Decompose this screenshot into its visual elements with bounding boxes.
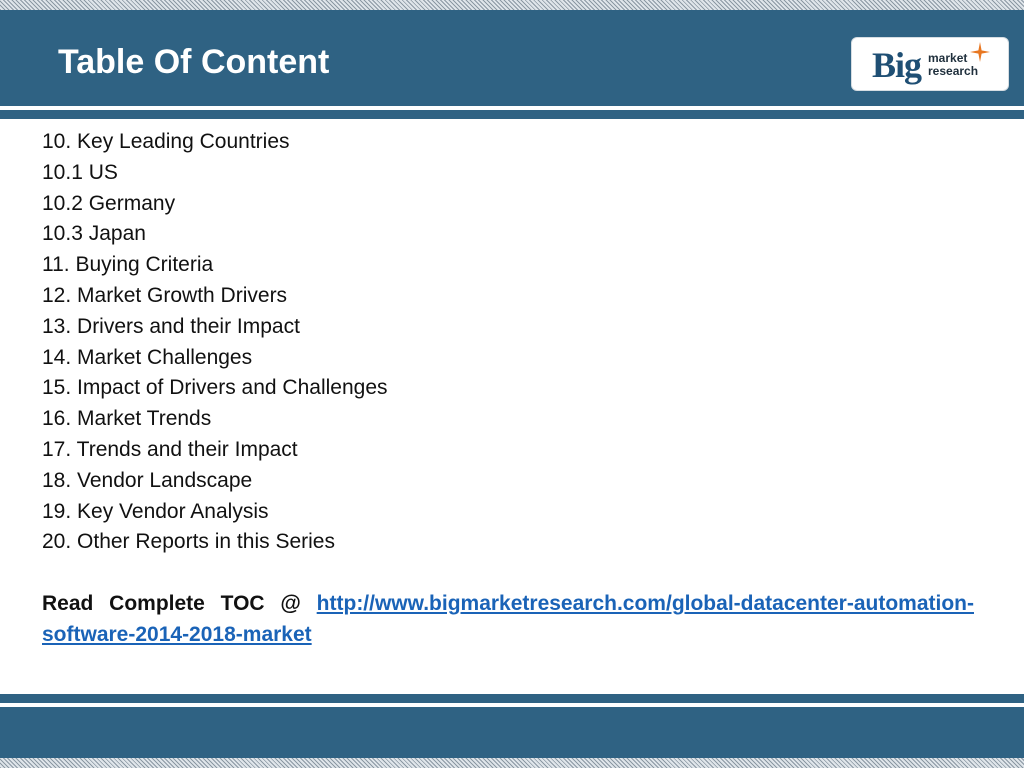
top-hatch-border: [0, 0, 1024, 10]
header-divider-blue: [0, 110, 1024, 119]
read-complete-toc: Read Complete TOC @ http://www.bigmarket…: [42, 588, 974, 650]
toc-item: 20. Other Reports in this Series: [42, 530, 335, 554]
toc-item: 15. Impact of Drivers and Challenges: [42, 376, 388, 400]
toc-item: 10.2 Germany: [42, 191, 176, 215]
toc-item: 10. Key Leading Countries: [42, 130, 290, 153]
toc-item: 13. Drivers and their Impact: [42, 314, 300, 338]
toc-item: 10.3 Japan: [42, 222, 146, 246]
toc-item: 16. Market Trends: [42, 407, 212, 431]
toc-item: 19. Key Vendor Analysis: [42, 499, 269, 523]
toc-item: 12. Market Growth Drivers: [42, 283, 288, 307]
toc-item: 10.1 US: [42, 160, 118, 184]
logo-line-research: research: [928, 64, 979, 78]
slide: Table Of Content Big market research 10.…: [0, 0, 1024, 768]
company-logo: Big market research: [852, 38, 1008, 90]
logo-big-text: Big: [872, 45, 922, 85]
toc-list: 10. Key Leading Countries 10.1 US 10.2 Ger…: [42, 127, 974, 558]
toc-item: 11. Buying Criteria: [42, 253, 214, 277]
bottom-hatch-border: [0, 758, 1024, 768]
toc-item: 14. Market Challenges: [42, 345, 253, 369]
toc-item: 17. Trends and their Impact: [42, 437, 298, 461]
sparkle-icon: [970, 42, 990, 62]
read-complete-label: Read Complete TOC @: [42, 592, 317, 615]
page-title: Table Of Content: [58, 43, 330, 81]
footer-band: [0, 707, 1024, 758]
footer-divider-blue: [0, 694, 1024, 703]
toc-item: 18. Vendor Landscape: [42, 468, 253, 492]
